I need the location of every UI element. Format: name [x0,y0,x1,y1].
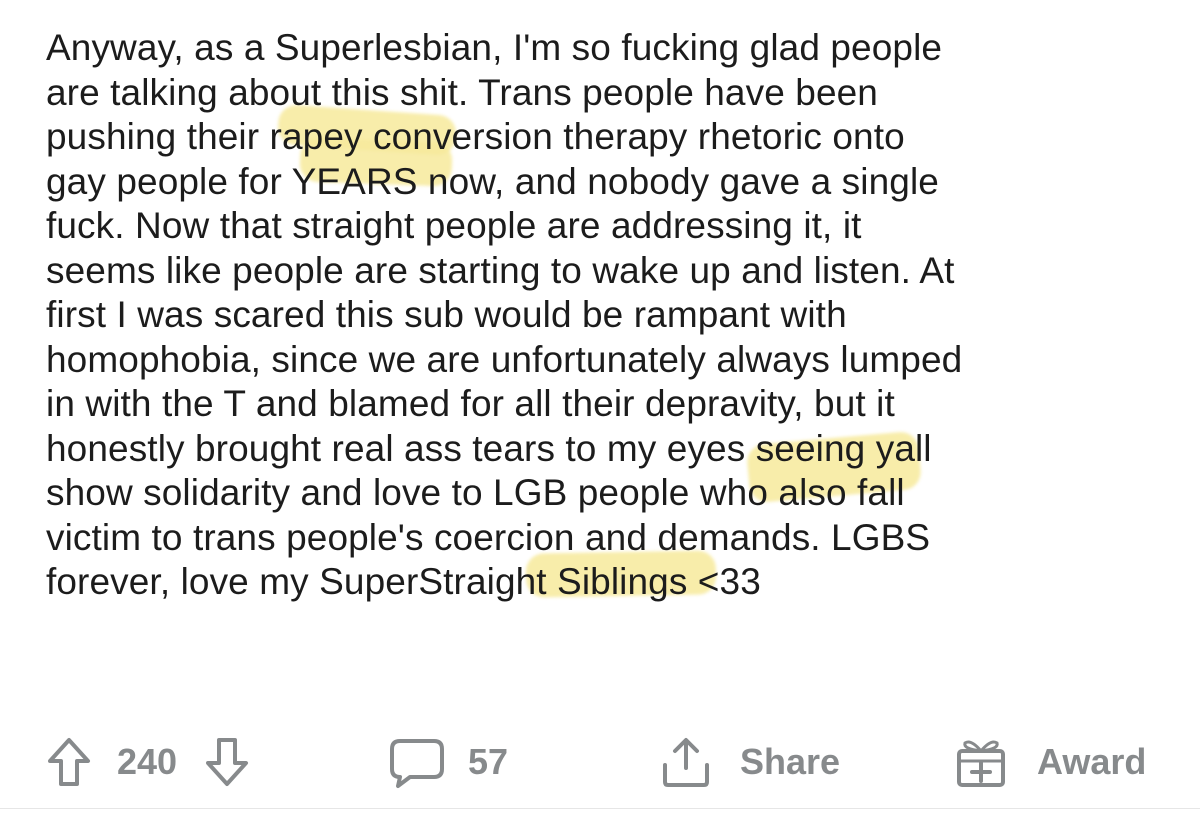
comment-line: first I was scared this sub would be ram… [46,294,847,335]
downvote-button[interactable] [204,730,250,794]
share-label: Share [740,741,841,782]
comment-line: show solidarity and love to LGB people w… [46,472,905,513]
gift-icon [955,735,1007,789]
comment-line: seems like people are starting to wake u… [46,249,955,291]
comment-line: homophobia, since we are unfortunately a… [46,338,963,380]
share-button[interactable]: Share [660,730,840,794]
bottom-divider [0,808,1200,809]
comment-line: gay people for YEARS now, and nobody gav… [46,160,939,202]
comment-line: Anyway, as a Superlesbian, I'm so fuckin… [46,27,943,68]
comment-line: are talking about this shit. Trans peopl… [46,71,878,113]
comment-line: in with the T and blamed for all their d… [46,383,895,424]
comment-count: 57 [468,741,509,782]
comments-button[interactable]: 57 [388,730,508,794]
vote-count-text: 240 [117,741,178,782]
comment-line: fuck. Now that straight people are addre… [46,205,862,246]
comment-screenshot: Anyway, as a Superlesbian, I'm so fuckin… [0,0,1200,820]
award-button[interactable]: Award [955,730,1146,794]
comment-line: victim to trans people's coercion and de… [46,516,931,558]
comment-body: Anyway, as a Superlesbian, I'm so fuckin… [46,26,1186,605]
arrow-down-icon [204,736,250,788]
award-label: Award [1037,741,1147,782]
arrow-up-icon [46,736,92,788]
comment-line: honestly brought real ass tears to my ey… [46,427,932,469]
comment-bubble-icon [388,735,446,789]
comment-action-bar: 240 57 Share Award [0,730,1200,794]
upvote-button[interactable] [46,730,92,794]
share-icon [660,735,712,789]
vote-count: 240 [117,730,177,794]
comment-line: forever, love my SuperStraight Siblings … [46,561,761,602]
comment-line: pushing their rapey conversion therapy r… [46,116,905,157]
